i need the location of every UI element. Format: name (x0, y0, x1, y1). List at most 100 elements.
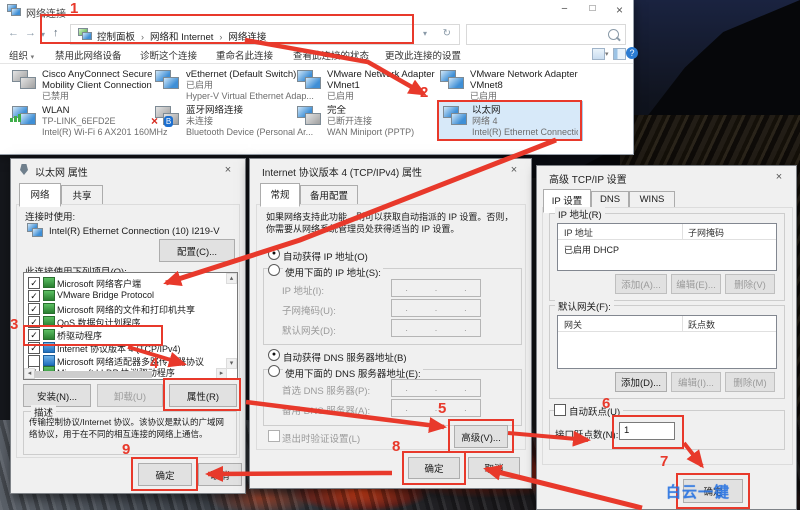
protocol-icon (43, 277, 55, 288)
intro-text: 如果网络支持此功能，则可以获取自动指派的 IP 设置。否则，你需要从网络系统管理… (266, 211, 518, 235)
subnet-mask-field[interactable]: ... (391, 299, 481, 317)
tab-general[interactable]: 常规 (260, 183, 300, 207)
toolbar-divider (0, 63, 633, 64)
close-icon[interactable]: × (501, 162, 527, 178)
radio-manual-dns-label[interactable]: 使用下面的 DNS 服务器地址(E): (283, 366, 423, 380)
protocol-label[interactable]: Microsoft 网络的文件和打印机共享 (57, 303, 195, 316)
radio-auto-dns[interactable]: ● (268, 349, 280, 361)
annotation-box-ok-ipv4 (402, 451, 466, 485)
close-icon[interactable]: × (215, 162, 241, 178)
dialog-title-bar[interactable]: 高级 TCP/IP 设置 × (537, 166, 796, 188)
toolbar-rename[interactable]: 重命名此连接 (216, 48, 273, 62)
step-number-1: 1 (70, 0, 78, 17)
edit-ip-button[interactable]: 编辑(E)... (671, 274, 721, 294)
protocol-icon (43, 290, 55, 301)
adapter-icon-wan (297, 106, 323, 130)
address-dropdown-icon[interactable]: ▾ (423, 29, 427, 38)
scroll-up-icon[interactable]: ▴ (226, 273, 237, 284)
back-icon[interactable]: ← (8, 27, 19, 39)
radio-auto-ip-label[interactable]: 自动获得 IP 地址(O) (283, 249, 368, 263)
uninstall-button[interactable]: 卸载(U) (97, 384, 163, 407)
auto-metric-checkbox[interactable] (554, 404, 566, 416)
help-icon[interactable]: ? (626, 47, 638, 59)
scroll-down-icon[interactable]: ▾ (226, 358, 237, 369)
ip-address-field[interactable]: ... (391, 279, 481, 297)
step-number-5: 5 (438, 400, 446, 417)
view-caret-icon[interactable]: ▾ (605, 50, 609, 58)
tab-sharing[interactable]: 共享 (61, 185, 103, 205)
subnet-mask-label: 子网掩码(U): (282, 303, 336, 317)
preferred-dns-field[interactable]: ... (391, 379, 481, 397)
add-ip-button[interactable]: 添加(A)... (615, 274, 667, 294)
search-box[interactable] (466, 24, 626, 45)
radio-manual-dns[interactable] (268, 365, 280, 377)
remove-gateway-button[interactable]: 删除(M) (725, 372, 775, 392)
adapter-icon (27, 223, 43, 237)
forward-icon[interactable]: → (25, 27, 36, 39)
protocol-checkbox[interactable]: ✓ (28, 277, 40, 289)
error-x-icon: × (151, 114, 158, 128)
refresh-icon[interactable]: ↻ (443, 28, 451, 39)
toolbar-disable-device[interactable]: 禁用此网络设备 (55, 48, 122, 62)
gateways-table[interactable]: 网关 跃点数 (557, 315, 777, 369)
step-number-6: 6 (602, 395, 610, 412)
desktop: 网络连接 − □ × ← → ▾ ↑ 控制面板›网络和 Internet›网络连… (0, 0, 800, 510)
radio-auto-dns-label[interactable]: 自动获得 DNS 服务器地址(B) (283, 350, 407, 364)
close-button[interactable]: × (607, 3, 632, 17)
annotation-box-ethernet-item (437, 100, 582, 141)
column-header: IP 地址 (558, 224, 682, 239)
tab-network[interactable]: 网络 (19, 183, 61, 207)
dialog-title-bar[interactable]: Internet 协议版本 4 (TCP/IPv4) 属性 × (250, 159, 531, 181)
toolbar-organize[interactable]: 组织 ▾ (9, 48, 34, 62)
hscroll-thumb[interactable] (34, 371, 152, 378)
connect-using-label: 连接时使用: (25, 209, 75, 223)
view-details-icon[interactable] (613, 48, 626, 60)
dialog-title-bar[interactable]: 以太网 属性 × (11, 159, 245, 181)
radio-manual-ip[interactable] (268, 264, 280, 276)
adapter-icon-vmnet1 (297, 70, 323, 94)
bluetooth-icon: B (164, 116, 173, 127)
adapter-icon-vmnet8 (440, 70, 466, 94)
table-row[interactable]: 已启用 DHCP (564, 243, 619, 256)
adapter-item-vmnet8[interactable]: VMware Network Adapter VMnet8 已启用 (470, 69, 602, 102)
validate-checkbox[interactable] (268, 430, 280, 442)
protocol-checkbox[interactable]: ✓ (28, 303, 40, 315)
default-gateway-label: 默认网关(D): (282, 323, 336, 337)
adapter-plug-icon (20, 164, 28, 175)
ip-addresses-table[interactable]: IP 地址 子网掩码 已启用 DHCP (557, 223, 777, 271)
edit-gateway-button[interactable]: 编辑(I)... (671, 372, 721, 392)
alternate-dns-field[interactable]: ... (391, 399, 481, 417)
description-text: 传输控制协议/Internet 协议。该协议是默认的广域网络协议，用于在不同的相… (29, 417, 229, 440)
preferred-dns-label: 首选 DNS 服务器(P): (282, 383, 370, 397)
cancel-button[interactable]: 取消 (198, 463, 242, 486)
validate-checkbox-label: 退出时验证设置(L) (282, 431, 360, 445)
alternate-dns-label: 备用 DNS 服务器(A): (282, 403, 370, 417)
toolbar-change-settings[interactable]: 更改此连接的设置 (385, 48, 461, 62)
ip-address-label: IP 地址(I): (282, 283, 324, 297)
step-number-9: 9 (122, 441, 130, 458)
adapter-icon-disabled (12, 70, 38, 94)
minimize-button[interactable]: − (552, 3, 577, 15)
default-gateway-field[interactable]: ... (391, 319, 481, 337)
gateways-group-label: 默认网关(F): (555, 299, 614, 313)
maximize-button[interactable]: □ (580, 3, 605, 14)
search-icon-handle (616, 36, 621, 41)
cancel-button[interactable]: 取消 (468, 457, 520, 479)
view-large-icon[interactable] (592, 48, 605, 60)
column-header: 网关 (558, 316, 682, 331)
add-gateway-button[interactable]: 添加(D)... (615, 372, 667, 392)
radio-manual-ip-label[interactable]: 使用下面的 IP 地址(S): (283, 265, 383, 279)
protocol-checkbox[interactable]: ✓ (28, 290, 40, 302)
remove-ip-button[interactable]: 删除(V) (725, 274, 775, 294)
protocol-label[interactable]: Microsoft 网络客户端 (57, 277, 141, 290)
close-icon[interactable]: × (766, 169, 792, 185)
column-header: 子网掩码 (682, 224, 774, 239)
radio-auto-ip[interactable]: ● (268, 248, 280, 260)
step-number-8: 8 (392, 438, 400, 455)
protocol-label[interactable]: VMware Bridge Protocol (57, 290, 154, 300)
toolbar-diagnose[interactable]: 诊断这个连接 (140, 48, 197, 62)
tab-alternate-config[interactable]: 备用配置 (300, 185, 358, 205)
install-button[interactable]: 安装(N)... (23, 384, 91, 407)
configure-button[interactable]: 配置(C)... (159, 239, 235, 262)
toolbar-view-status[interactable]: 查看此连接的状态 (293, 48, 369, 62)
